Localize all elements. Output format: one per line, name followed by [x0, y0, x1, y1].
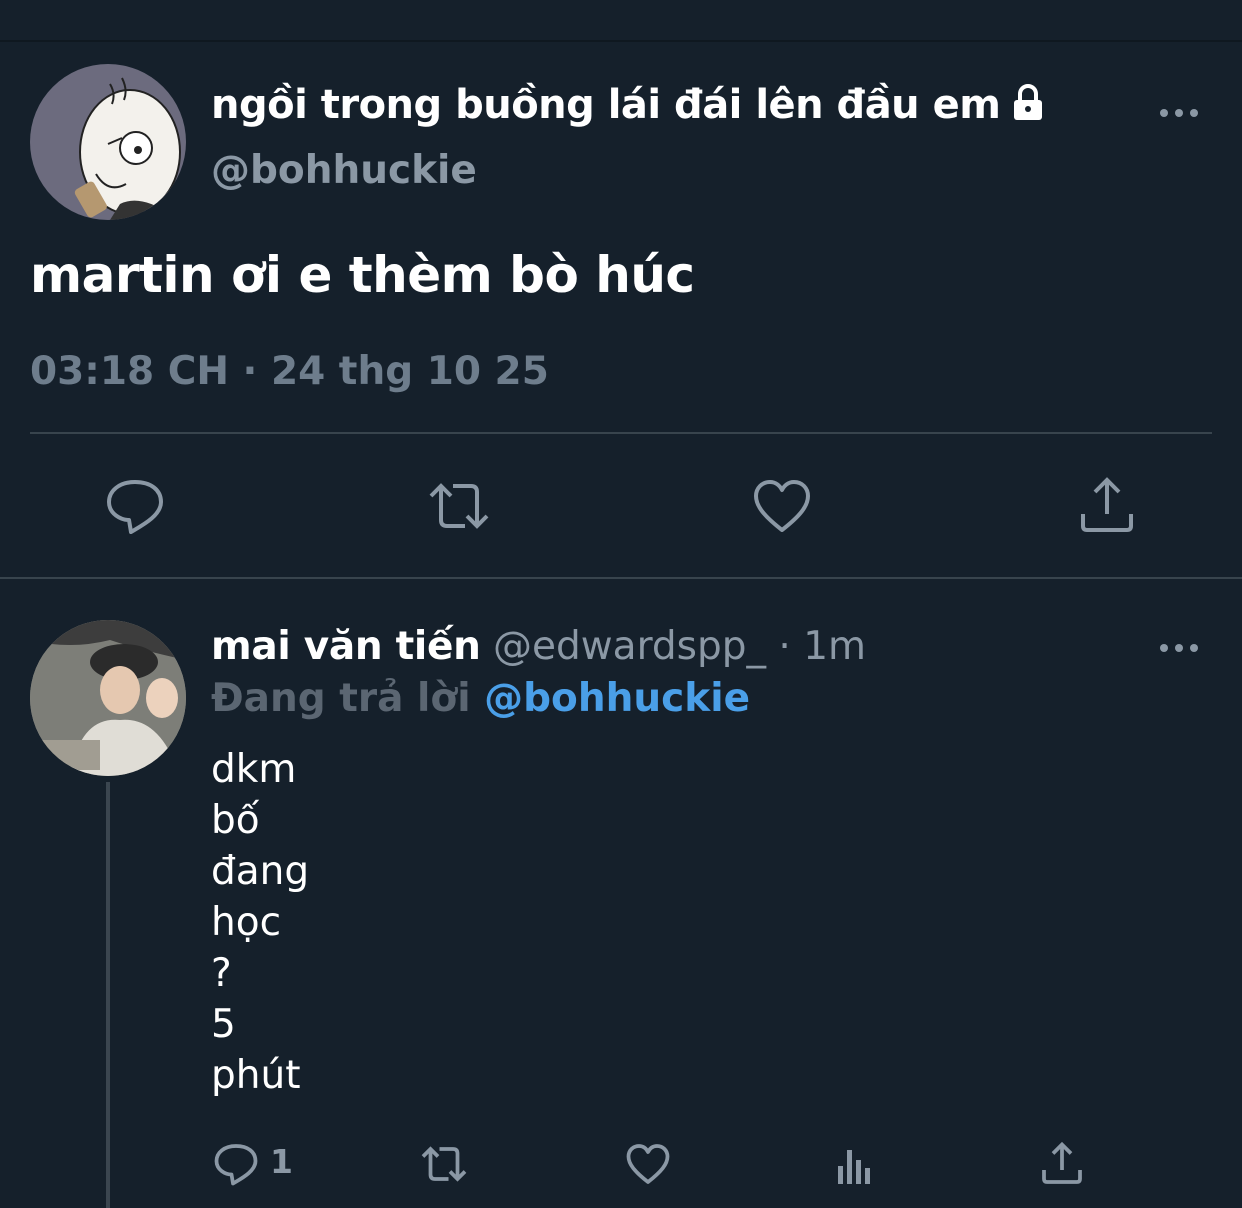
tweet-timestamp[interactable]: 03:18 CH · 24 thg 10 25: [30, 349, 549, 394]
display-name[interactable]: ngồi trong buồng lái đái lên đầu em: [211, 82, 1048, 132]
more-icon[interactable]: [1158, 638, 1200, 658]
divider: [30, 432, 1212, 434]
reply-text: dkm bố đang học ? 5 phút: [211, 744, 309, 1101]
retweet-icon[interactable]: [425, 474, 489, 538]
share-icon[interactable]: [1075, 474, 1139, 538]
reply-line: dkm: [211, 747, 297, 792]
reply-line: 5: [211, 1002, 236, 1047]
reply-line: phút: [211, 1053, 301, 1098]
reply-count: 1: [270, 1142, 293, 1181]
avatar[interactable]: [30, 620, 186, 776]
like-icon[interactable]: [624, 1140, 676, 1188]
tweet-text: martin ơi e thèm bò húc: [30, 246, 695, 304]
reply-icon[interactable]: [103, 474, 167, 538]
share-icon[interactable]: [1038, 1140, 1086, 1188]
reply-header[interactable]: mai văn tiến @edwardspp_ · 1m: [211, 624, 866, 669]
reply-line: ?: [211, 951, 232, 996]
reply-line: bố: [211, 798, 260, 843]
display-name[interactable]: mai văn tiến: [211, 624, 481, 669]
handle-and-time[interactable]: @edwardspp_ · 1m: [493, 624, 866, 669]
display-name-text[interactable]: ngồi trong buồng lái đái lên đầu em: [211, 82, 1001, 128]
retweet-icon[interactable]: [416, 1140, 472, 1188]
replying-to: Đang trả lời @bohhuckie: [211, 676, 750, 721]
reply-line: học: [211, 900, 282, 945]
more-icon[interactable]: [1158, 103, 1200, 123]
top-bar: [0, 0, 1242, 42]
lock-icon: [1008, 82, 1048, 132]
mention-link[interactable]: @bohhuckie: [484, 676, 750, 721]
like-icon[interactable]: [750, 474, 814, 538]
analytics-icon[interactable]: [832, 1140, 880, 1188]
reply-line: đang: [211, 849, 310, 894]
replying-label: Đang trả lời: [211, 676, 471, 721]
user-handle[interactable]: @bohhuckie: [211, 148, 477, 193]
divider: [0, 577, 1242, 579]
avatar[interactable]: [30, 64, 186, 220]
reply-button[interactable]: 1: [212, 1140, 302, 1188]
thread-line: [106, 782, 110, 1208]
reply-icon: [214, 1144, 258, 1186]
